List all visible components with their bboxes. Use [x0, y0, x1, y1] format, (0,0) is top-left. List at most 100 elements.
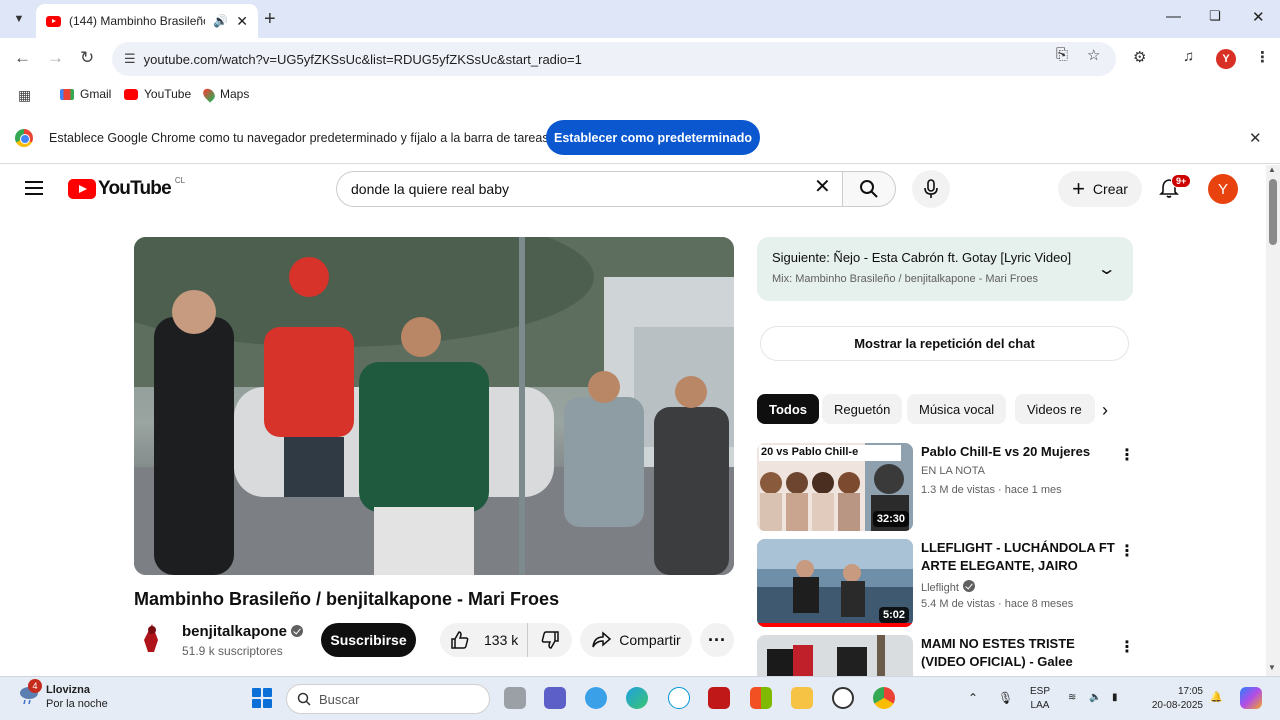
show-chat-replay-button[interactable]: Mostrar la repetición del chat: [760, 326, 1129, 361]
task-view-icon[interactable]: [504, 687, 526, 709]
like-dislike-group: 133 k: [440, 623, 572, 657]
more-options-icon[interactable]: ⋮: [1119, 445, 1135, 465]
maps-pin-icon: [200, 85, 218, 103]
thumbnail-image: [757, 635, 913, 676]
chevron-down-icon[interactable]: ⌄: [1097, 259, 1117, 279]
speaker-icon[interactable]: 🔊: [213, 14, 228, 28]
microphone-tray-icon[interactable]: 🎙: [998, 691, 1013, 705]
search-button[interactable]: [842, 171, 896, 207]
infobar-close-icon[interactable]: ✕: [1249, 129, 1262, 147]
teams-icon[interactable]: [544, 687, 566, 709]
widgets-icon[interactable]: [585, 687, 607, 709]
recommended-video[interactable]: MAMI NO ESTES TRISTE (VIDEO OFICIAL) - G…: [757, 635, 1133, 676]
youtube-logo[interactable]: YouTube CL: [68, 176, 185, 200]
search-placeholder: Buscar: [319, 691, 360, 707]
chip-regueton[interactable]: Reguetón: [822, 394, 903, 424]
share-button[interactable]: Compartir: [580, 623, 692, 657]
hp-icon[interactable]: [668, 687, 690, 709]
chevron-right-icon[interactable]: ›: [1102, 400, 1108, 421]
chrome-profile-avatar[interactable]: Y: [1216, 49, 1236, 69]
tab-close-icon[interactable]: ✕: [236, 13, 248, 30]
forward-icon[interactable]: →: [47, 48, 64, 68]
voice-search-button[interactable]: [912, 170, 950, 208]
youtube-account-avatar[interactable]: Y: [1208, 174, 1238, 204]
weather-widget[interactable]: 4 Llovizna Por la noche: [18, 679, 108, 711]
scroll-up-icon[interactable]: ▲: [1268, 165, 1276, 174]
settings-gear-icon[interactable]: [832, 687, 854, 709]
restore-icon[interactable]: ❏: [1209, 8, 1221, 24]
bookmark-maps[interactable]: Maps: [200, 85, 249, 103]
subscribe-button[interactable]: Suscribirse: [321, 623, 416, 657]
chip-vocal-music[interactable]: Música vocal: [907, 394, 1007, 424]
guide-menu-icon[interactable]: [25, 181, 43, 195]
more-actions-button[interactable]: ···: [700, 623, 734, 657]
notification-center-icon[interactable]: 🔔: [1210, 691, 1222, 705]
create-button[interactable]: + Crear: [1058, 171, 1142, 207]
store-icon[interactable]: [750, 687, 772, 709]
video-player[interactable]: [134, 237, 734, 575]
channel-name: Lleflight: [921, 579, 975, 594]
bookmark-star-icon[interactable]: ☆: [1087, 46, 1100, 64]
dislike-button[interactable]: [528, 630, 572, 650]
reload-icon[interactable]: ↻: [80, 48, 94, 68]
search-icon: [297, 692, 311, 706]
clock[interactable]: 17:05 20-08-2025: [1143, 685, 1203, 713]
site-info-icon[interactable]: ☰: [124, 51, 136, 67]
file-explorer-icon[interactable]: [791, 687, 813, 709]
windows-start-icon[interactable]: [252, 688, 272, 708]
channel-name-text: benjitalkapone: [182, 623, 288, 640]
recommended-video[interactable]: 5:02 LLEFLIGHT - LUCHÁNDOLA FT ARTE ELEG…: [757, 539, 1135, 629]
video-thumbnail[interactable]: [757, 635, 913, 676]
chrome-logo-icon: [15, 129, 33, 147]
search-clear-icon[interactable]: ✕: [814, 177, 831, 197]
set-default-button[interactable]: Establecer como predeterminado: [546, 120, 760, 155]
language-code: ESP: [1030, 686, 1051, 697]
mcafee-icon[interactable]: [708, 687, 730, 709]
channel-avatar[interactable]: [134, 620, 170, 656]
playlist-up-next-panel[interactable]: Siguiente: Ñejo - Esta Cabrón ft. Gotay …: [757, 237, 1133, 301]
recommended-video[interactable]: 20 vs Pablo Chill-e 32:30 Pablo Chill-E …: [757, 443, 1135, 533]
page-scrollbar[interactable]: ▲ ▼: [1266, 165, 1280, 676]
bookmark-gmail[interactable]: Gmail: [60, 87, 111, 101]
scrollbar-thumb[interactable]: [1269, 179, 1277, 245]
channel-name-text: Lleflight: [921, 582, 959, 594]
input-language[interactable]: ESP LAA: [1030, 685, 1050, 713]
upload-age: hace 1 mes: [1004, 484, 1062, 496]
back-icon[interactable]: ←: [14, 48, 31, 68]
bookmark-youtube[interactable]: YouTube: [124, 87, 191, 101]
window-close-icon[interactable]: ✕: [1252, 8, 1265, 26]
chrome-menu-icon[interactable]: ⋮: [1255, 48, 1270, 66]
apps-grid-icon[interactable]: ▦: [18, 87, 31, 104]
address-bar[interactable]: ☰ youtube.com/watch?v=UG5yfZKSsUc&list=R…: [112, 42, 1116, 76]
volume-icon[interactable]: 🔈: [1089, 691, 1101, 705]
minimize-icon[interactable]: —: [1166, 8, 1181, 25]
tray-expand-icon[interactable]: ⌃: [968, 691, 978, 705]
taskbar-search-input[interactable]: Buscar: [286, 684, 490, 714]
video-title: Mambinho Brasileño / benjitalkapone - Ma…: [134, 589, 560, 609]
thumbnail-caption: 20 vs Pablo Chill-e: [761, 446, 859, 458]
battery-icon[interactable]: ▮: [1112, 691, 1118, 705]
like-button[interactable]: 133 k: [440, 623, 528, 657]
chip-all[interactable]: Todos: [757, 394, 820, 424]
chrome-taskbar-icon[interactable]: [873, 687, 895, 709]
media-control-icon[interactable]: ♫: [1183, 48, 1194, 65]
browser-tab[interactable]: (144) Mambinho Brasileño / 🔊 ✕: [36, 4, 258, 38]
wifi-icon[interactable]: ≋: [1068, 691, 1076, 705]
new-tab-icon[interactable]: +: [264, 8, 276, 31]
channel-name[interactable]: benjitalkapone: [182, 623, 304, 640]
extensions-icon[interactable]: ⚙: [1133, 48, 1146, 66]
copilot-icon[interactable]: [1240, 687, 1262, 709]
tab-search-icon[interactable]: ▼: [8, 8, 30, 30]
search-input[interactable]: donde la quiere real baby: [336, 171, 842, 207]
video-thumbnail[interactable]: 20 vs Pablo Chill-e 32:30: [757, 443, 913, 531]
scroll-down-icon[interactable]: ▼: [1268, 663, 1276, 672]
more-options-icon[interactable]: ⋮: [1119, 637, 1133, 657]
more-options-icon[interactable]: ⋮: [1119, 541, 1135, 561]
edge-icon[interactable]: [626, 687, 648, 709]
install-app-icon[interactable]: ⎘: [1056, 46, 1068, 63]
video-thumbnail[interactable]: 5:02: [757, 539, 913, 627]
video-title: LLEFLIGHT - LUCHÁNDOLA FT ARTE ELEGANTE,…: [921, 540, 1115, 573]
view-count: 1.3 M de vistas: [921, 484, 995, 496]
url-text: youtube.com/watch?v=UG5yfZKSsUc&list=RDU…: [143, 51, 582, 67]
chip-videos[interactable]: Videos re: [1015, 394, 1095, 424]
